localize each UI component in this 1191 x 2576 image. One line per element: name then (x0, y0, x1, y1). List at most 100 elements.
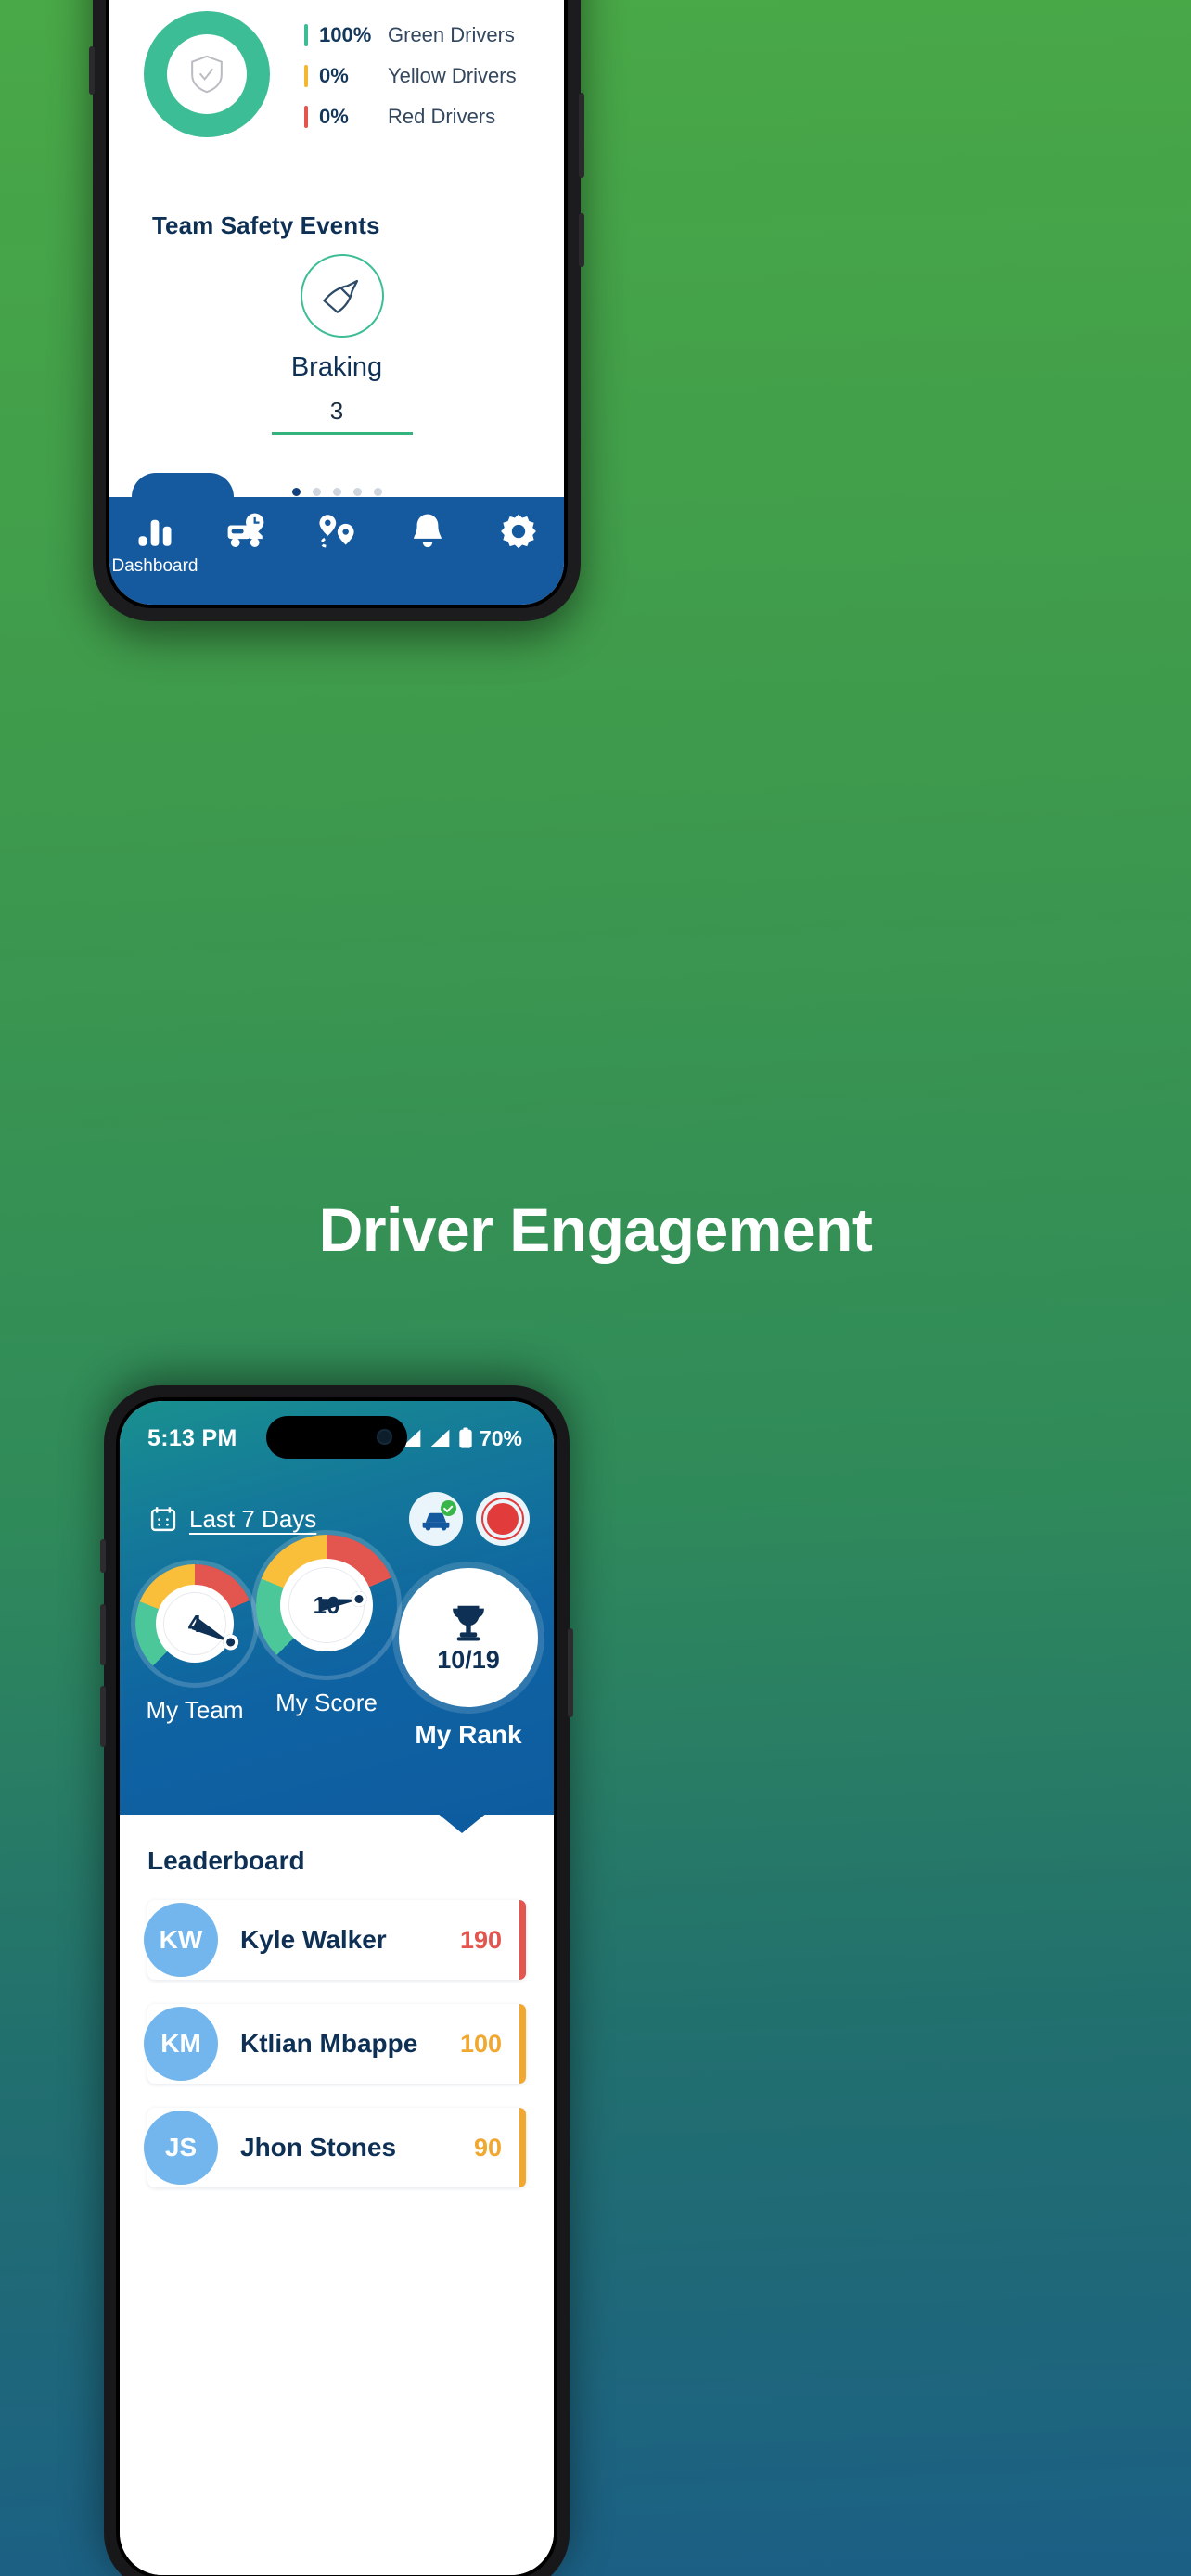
legend-swatch-red (304, 106, 308, 128)
driver-legend: 100% Green Drivers 0% Yellow Drivers 0% … (304, 6, 517, 137)
page-title: Driver Engagement (318, 1195, 873, 1264)
legend-label-red: Red Drivers (388, 105, 496, 128)
legend-pct-red: 0% (319, 105, 349, 128)
status-time: 5:13 PM (147, 1424, 237, 1451)
driver-score: 100 (459, 2029, 502, 2058)
braking-icon (323, 279, 359, 313)
safety-summary: 100% Green Drivers 0% Yellow Drivers 0% … (109, 6, 564, 172)
vehicle-check-button[interactable] (409, 1492, 463, 1546)
nav-item-settings[interactable] (473, 503, 564, 556)
safety-donut-hole (167, 34, 247, 114)
safety-event-value: 3 (329, 397, 344, 425)
promo-background: 100% Green Drivers 0% Yellow Drivers 0% … (0, 0, 1191, 2576)
engagement-screen: 5:13 PM 70% Last 7 Days 4 My Team 10 My … (120, 1401, 554, 2575)
avatar: KW (144, 1903, 218, 1977)
phone1-side-button[interactable] (579, 213, 584, 267)
phone1-volume-button[interactable] (89, 46, 95, 95)
avatar: JS (144, 2111, 218, 2185)
legend-item-green: 100% Green Drivers (304, 15, 517, 56)
phone2-silent-switch[interactable] (100, 1539, 106, 1573)
truck-clock-icon (227, 513, 264, 547)
date-range-label: Last 7 Days (189, 1504, 317, 1533)
leaderboard-row[interactable]: JS Jhon Stones 90 (144, 2108, 526, 2187)
bottom-navigation: Dashboard (109, 473, 564, 605)
legend-label-yellow: Yellow Drivers (388, 64, 517, 87)
safety-event-underline (272, 432, 413, 435)
gear-icon (501, 514, 536, 549)
leaderboard-row[interactable]: KM Ktlian Mbappe 100 (144, 2004, 526, 2084)
phone2-power-button[interactable] (568, 1628, 573, 1717)
driver-score: 90 (473, 2133, 502, 2162)
carousel-dot-5[interactable] (373, 488, 382, 496)
team-safety-events-title: Team Safety Events (152, 211, 380, 239)
date-range-selector[interactable]: Last 7 Days (149, 1505, 316, 1534)
check-badge-icon (441, 1500, 456, 1516)
legend-pct-green: 100% (319, 23, 372, 46)
dashboard-screen: 100% Green Drivers 0% Yellow Drivers 0% … (109, 0, 564, 605)
leaderboard-row[interactable]: KW Kyle Walker 190 (144, 1900, 526, 1980)
gauge-dial-my-team: 4 (135, 1564, 254, 1683)
row-status-edge (519, 2108, 526, 2187)
row-status-edge (519, 2004, 526, 2084)
row-status-edge (519, 1900, 526, 1980)
gauge-label-my-rank: My Rank (415, 1720, 522, 1749)
bar-chart-icon (138, 519, 172, 546)
carousel-dot-3[interactable] (332, 488, 341, 496)
battery-icon (459, 1427, 472, 1448)
phone-mockup-dashboard: 100% Green Drivers 0% Yellow Drivers 0% … (89, 0, 584, 621)
leaderboard-panel: Leaderboard KW Kyle Walker 190 KM Ktlian… (120, 1815, 554, 2575)
header-pointer-caret (437, 1813, 487, 1833)
legend-item-yellow: 0% Yellow Drivers (304, 56, 517, 96)
record-button[interactable] (476, 1492, 530, 1546)
rank-badge: 10/19 (399, 1568, 538, 1707)
carousel-dot-2[interactable] (312, 488, 321, 496)
avatar: KM (144, 2007, 218, 2081)
nav-item-dashboard[interactable]: Dashboard (109, 503, 200, 577)
legend-swatch-green (304, 24, 308, 46)
legend-swatch-yellow (304, 65, 308, 87)
gauge-my-team[interactable]: 4 My Team (135, 1564, 254, 1725)
gauge-my-score[interactable]: 10 My Score (256, 1535, 397, 1717)
phone1-power-button[interactable] (579, 93, 584, 178)
legend-pct-yellow: 0% (319, 64, 349, 87)
nav-label-dashboard: Dashboard (111, 556, 198, 576)
phone2-bezel: 5:13 PM 70% Last 7 Days 4 My Team 10 My … (116, 1397, 557, 2576)
legend-label-green: Green Drivers (388, 23, 515, 46)
driver-name: Jhon Stones (240, 2133, 397, 2162)
battery-percent: 70% (479, 1425, 522, 1450)
leaderboard-title: Leaderboard (147, 1846, 305, 1875)
carousel-dot-4[interactable] (352, 488, 362, 496)
driver-name: Ktlian Mbappe (240, 2029, 418, 2058)
safety-donut (144, 11, 270, 137)
record-icon (487, 1503, 519, 1535)
trophy-icon (453, 1605, 484, 1641)
carousel-dot-1[interactable] (291, 488, 301, 496)
legend-item-red: 0% Red Drivers (304, 96, 517, 137)
gauge-row: 4 My Team 10 My Score 10/19 My Rank (120, 1535, 554, 1750)
bell-icon (414, 514, 442, 548)
phone2-volume-up-button[interactable] (100, 1604, 106, 1665)
rank-value: 10/19 (437, 1645, 500, 1674)
gauge-my-rank[interactable]: 10/19 My Rank (399, 1568, 538, 1750)
route-pin-icon (319, 515, 354, 548)
phone1-bezel: 100% Green Drivers 0% Yellow Drivers 0% … (106, 0, 568, 608)
header-actions (409, 1492, 530, 1546)
driver-name: Kyle Walker (240, 1925, 387, 1954)
nav-item-routes[interactable] (291, 503, 382, 556)
nav-item-alerts[interactable] (382, 503, 473, 556)
signal-bars-icon-2 (430, 1429, 450, 1447)
phone-mockup-engagement: 5:13 PM 70% Last 7 Days 4 My Team 10 My … (100, 1385, 573, 2576)
engagement-header: 5:13 PM 70% Last 7 Days 4 My Team 10 My … (120, 1401, 554, 1815)
braking-icon-circle (301, 254, 384, 338)
safety-event-label: Braking (290, 352, 383, 382)
shield-check-icon (191, 55, 223, 94)
gauge-dial-my-score: 10 (256, 1535, 397, 1676)
gauge-label-my-team: My Team (146, 1696, 244, 1724)
nav-item-trips[interactable] (200, 503, 291, 556)
calendar-icon (150, 1507, 176, 1532)
dynamic-island (266, 1416, 407, 1459)
phone2-volume-down-button[interactable] (100, 1686, 106, 1747)
driver-score: 190 (459, 1925, 502, 1954)
gauge-label-my-score: My Score (275, 1689, 378, 1716)
safety-donut-wrap (109, 6, 304, 137)
